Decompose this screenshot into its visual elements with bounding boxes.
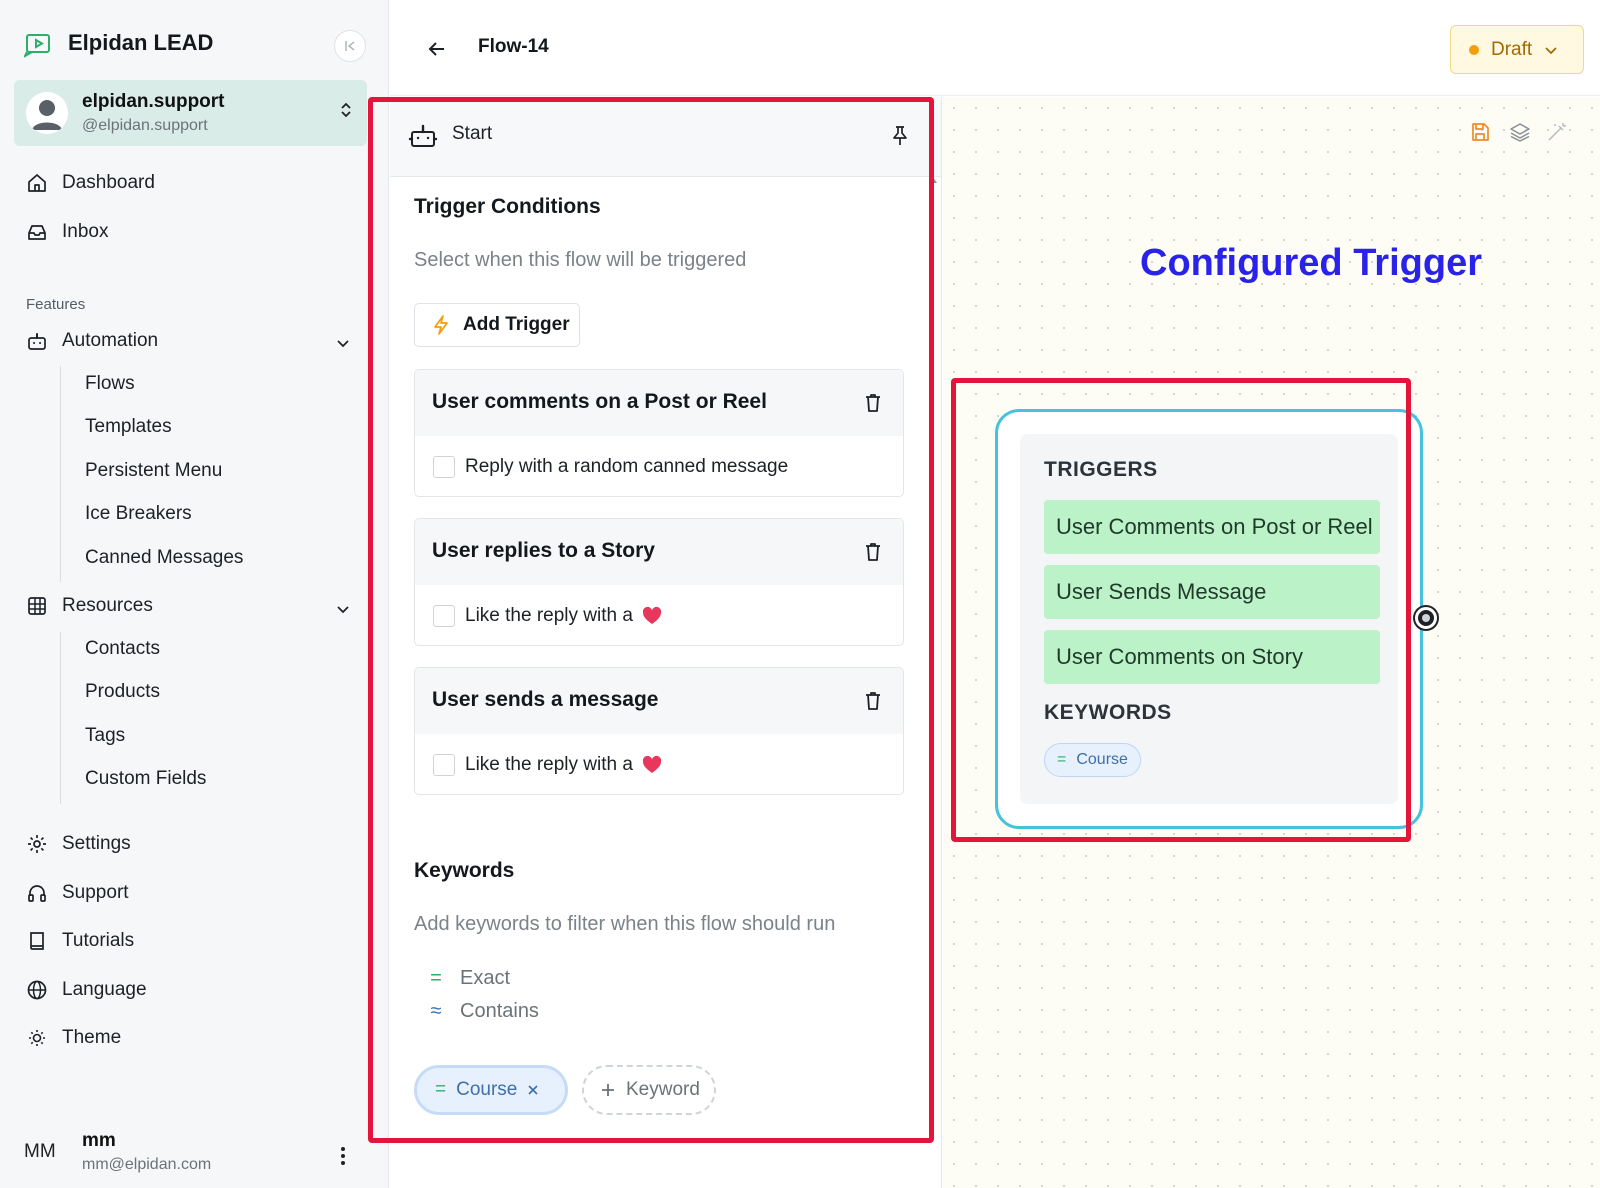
nav-settings-label: Settings [62,833,131,854]
chevron-down-icon [1545,46,1557,54]
nav-support-label: Support [62,882,129,903]
automation-subnav-line [60,366,61,582]
nav-settings[interactable]: Settings [26,833,131,855]
robot-icon [28,333,46,350]
account-text: elpidan.support @elpidan.support [82,91,225,135]
flow-title: Flow-14 [478,36,549,57]
subnav-persistent-menu[interactable]: Persistent Menu [85,460,222,482]
annotation-box-panel [368,97,934,1143]
subnav-tags[interactable]: Tags [85,725,125,747]
flow-header: Flow-14 Draft [390,0,1600,96]
status-dot [1469,44,1479,55]
nav-tutorials-label: Tutorials [62,930,135,951]
back-arrow-icon[interactable] [426,38,448,60]
inbox-icon [28,225,46,240]
account-switcher[interactable]: elpidan.support @elpidan.support [14,80,367,146]
node-output-handle[interactable] [1415,607,1437,629]
nav-inbox[interactable]: Inbox [26,221,108,243]
status-label: Draft [1491,38,1533,60]
brand[interactable]: Elpidan LEAD [24,28,213,58]
nav-language-label: Language [62,979,147,1000]
chevron-up-down-icon [341,102,351,118]
user-initials: MM [24,1141,56,1162]
user-info: mm mm@elpidan.com [82,1130,211,1174]
home-icon [28,174,46,192]
nav-dashboard-label: Dashboard [62,172,155,193]
resources-subnav-line [60,632,61,804]
collapse-sidebar-button[interactable] [334,30,366,62]
sidebar: Elpidan LEAD elpidan.support @elpidan.su… [0,0,389,1188]
collapse-icon [345,41,355,51]
avatar [26,92,68,134]
brand-name: Elpidan LEAD [68,30,214,55]
save-icon[interactable] [1469,121,1491,143]
more-vertical-icon[interactable] [340,1146,346,1166]
features-section-label: Features [26,296,86,313]
subnav-flows[interactable]: Flows [85,373,135,395]
subnav-canned-messages[interactable]: Canned Messages [85,547,243,569]
nav-tutorials[interactable]: Tutorials [26,930,134,952]
nav-theme[interactable]: Theme [26,1027,121,1049]
user-name: mm [82,1130,116,1151]
subnav-templates[interactable]: Templates [85,416,172,438]
nav-language[interactable]: Language [26,979,147,1001]
brand-logo-icon [24,34,50,58]
globe-icon [27,980,47,1000]
nav-automation[interactable]: Automation [26,330,158,352]
user-avatar-icon [26,92,68,134]
subnav-contacts[interactable]: Contacts [85,638,160,660]
nav-theme-label: Theme [62,1027,122,1048]
nav-inbox-label: Inbox [62,221,109,242]
account-name: elpidan.support [82,91,225,112]
user-profile[interactable]: MM mm mm@elpidan.com [24,1130,211,1174]
account-handle: @elpidan.support [82,117,208,134]
subnav-products[interactable]: Products [85,681,160,703]
nav-automation-label: Automation [62,330,159,351]
magic-wand-icon[interactable] [1546,121,1568,143]
chevron-down-icon[interactable] [336,602,350,616]
nav-dashboard[interactable]: Dashboard [26,172,155,194]
nav-resources-label: Resources [62,595,153,616]
sun-icon [29,1030,45,1046]
nav-resources[interactable]: Resources [26,595,153,617]
book-icon [30,932,44,950]
configured-trigger-annotation: Configured Trigger [1140,242,1482,284]
app-root: Elpidan LEAD elpidan.support @elpidan.su… [0,0,1600,1188]
status-dropdown[interactable]: Draft [1450,25,1584,74]
user-email: mm@elpidan.com [82,1156,212,1173]
headset-icon [28,885,46,902]
gear-icon [28,835,46,853]
nav-support[interactable]: Support [26,882,129,904]
layers-icon[interactable] [1509,121,1531,143]
chevron-down-icon[interactable] [336,336,350,350]
grid-icon [28,597,46,615]
annotation-box-node [951,378,1411,842]
subnav-ice-breakers[interactable]: Ice Breakers [85,503,192,525]
subnav-custom-fields[interactable]: Custom Fields [85,768,206,790]
